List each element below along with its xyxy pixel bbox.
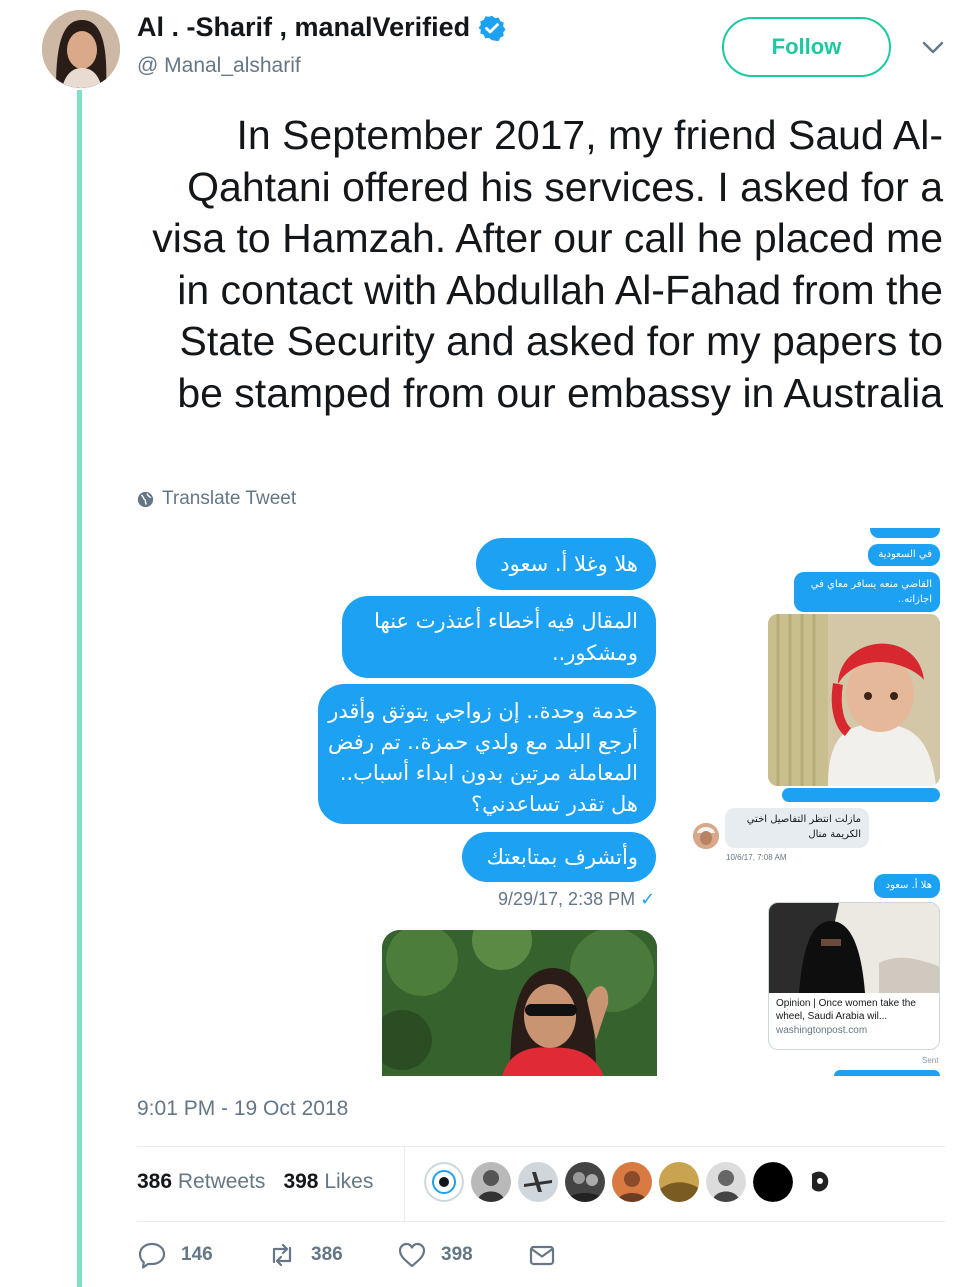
tweet-stats: 386 Retweets 398 Likes (137, 1170, 373, 1194)
liker-avatar[interactable] (518, 1162, 558, 1202)
likes-stat[interactable]: 398 Likes (283, 1170, 373, 1194)
handle[interactable]: @ Manal_alsharif (137, 54, 301, 78)
tweet-timestamp[interactable]: 9:01 PM - 19 Oct 2018 (137, 1097, 348, 1121)
reply-count: 146 (181, 1244, 213, 1265)
liker-avatar[interactable] (565, 1162, 605, 1202)
retweet-action[interactable]: 386 (267, 1240, 397, 1270)
liker-avatar[interactable] (612, 1162, 652, 1202)
tweet-text: In September 2017, my friend Saud Al-Qah… (152, 112, 943, 416)
likes-label: Likes (324, 1170, 374, 1193)
message-bubble: المقال فيه أخطاء أعتذرت عنها ومشكور.. (342, 596, 656, 678)
received-message-bubble: مازلت انتظر التفاصيل اختي الكريمة منال (725, 808, 869, 848)
avatar-photo (42, 10, 120, 88)
contact-avatar (693, 823, 719, 849)
message-bubble-partial (870, 528, 940, 538)
sent-status: Sent (922, 1056, 939, 1065)
stats-separator (404, 1147, 405, 1221)
like-action[interactable]: 398 (397, 1240, 527, 1270)
display-name-text[interactable]: Al . -Sharif , manalVerified (137, 12, 470, 43)
retweets-label: Retweets (177, 1170, 266, 1193)
message-bubble: هلا أ. سعود (874, 874, 940, 898)
thread-line (77, 90, 82, 1287)
chevron-down-icon[interactable] (920, 38, 946, 58)
liker-avatar[interactable] (753, 1162, 793, 1202)
photo-woman (382, 930, 657, 1076)
translate-tweet-link[interactable]: Translate Tweet (137, 488, 296, 510)
reply-action[interactable]: 146 (137, 1240, 267, 1270)
liker-avatar[interactable] (706, 1162, 746, 1202)
heart-icon[interactable] (397, 1240, 427, 1270)
divider (137, 1221, 945, 1222)
message-bubble: القاضي منعه يسافر معاي في اجازاته.. (794, 572, 940, 612)
message-bubble: في السعودية (868, 544, 940, 566)
link-preview-image (769, 903, 939, 993)
avatar[interactable] (42, 10, 120, 88)
link-preview-domain: washingtonpost.com (776, 1025, 868, 1036)
retweet-icon[interactable] (267, 1240, 297, 1270)
reply-icon[interactable] (137, 1240, 167, 1270)
tweet-actions: 146 386 398 (137, 1240, 557, 1270)
message-action[interactable] (527, 1240, 557, 1270)
liker-avatar[interactable] (424, 1162, 464, 1202)
message-bubble-partial (834, 1070, 940, 1076)
message-bubble: هلا وغلا أ. سعود (476, 538, 656, 590)
check-icon: ✓ (640, 889, 656, 909)
message-bubble: خدمة وحدة.. إن زواجي يتوثق وأقدر أرجع ال… (318, 684, 656, 824)
envelope-icon[interactable] (527, 1240, 557, 1270)
message-time-text: 9/29/17, 2:38 PM (498, 889, 636, 909)
message-timestamp: 9/29/17, 2:38 PM ✓ (498, 889, 655, 910)
translate-label[interactable]: Translate Tweet (162, 488, 296, 510)
like-count: 398 (441, 1244, 473, 1265)
display-name[interactable]: Al . -Sharif , manalVerified (137, 12, 506, 43)
message-bubble-partial (782, 788, 940, 802)
link-preview-card: Opinion | Once women take the wheel, Sau… (768, 902, 940, 1050)
received-message-time: 10/6/17, 7:08 AM (726, 853, 787, 862)
likes-count: 398 (283, 1170, 319, 1193)
photo-child (768, 614, 940, 786)
follow-button[interactable]: Follow (722, 17, 891, 77)
verified-badge-icon (478, 15, 506, 41)
retweet-count: 386 (311, 1244, 343, 1265)
liker-avatar[interactable] (471, 1162, 511, 1202)
message-bubble: وأتشرف بمتابعتك (462, 832, 656, 882)
globe-icon (137, 491, 154, 507)
link-preview-title: Opinion | Once women take the wheel, Sau… (776, 998, 916, 1022)
liker-avatar[interactable] (800, 1162, 840, 1202)
liker-avatar[interactable] (659, 1162, 699, 1202)
divider (137, 1146, 945, 1147)
tweet-media[interactable]: هلا وغلا أ. سعود المقال فيه أخطاء أعتذرت… (300, 528, 950, 1076)
retweets-count: 386 (137, 1170, 173, 1193)
liker-avatars (424, 1162, 840, 1202)
retweets-stat[interactable]: 386 Retweets (137, 1170, 265, 1194)
